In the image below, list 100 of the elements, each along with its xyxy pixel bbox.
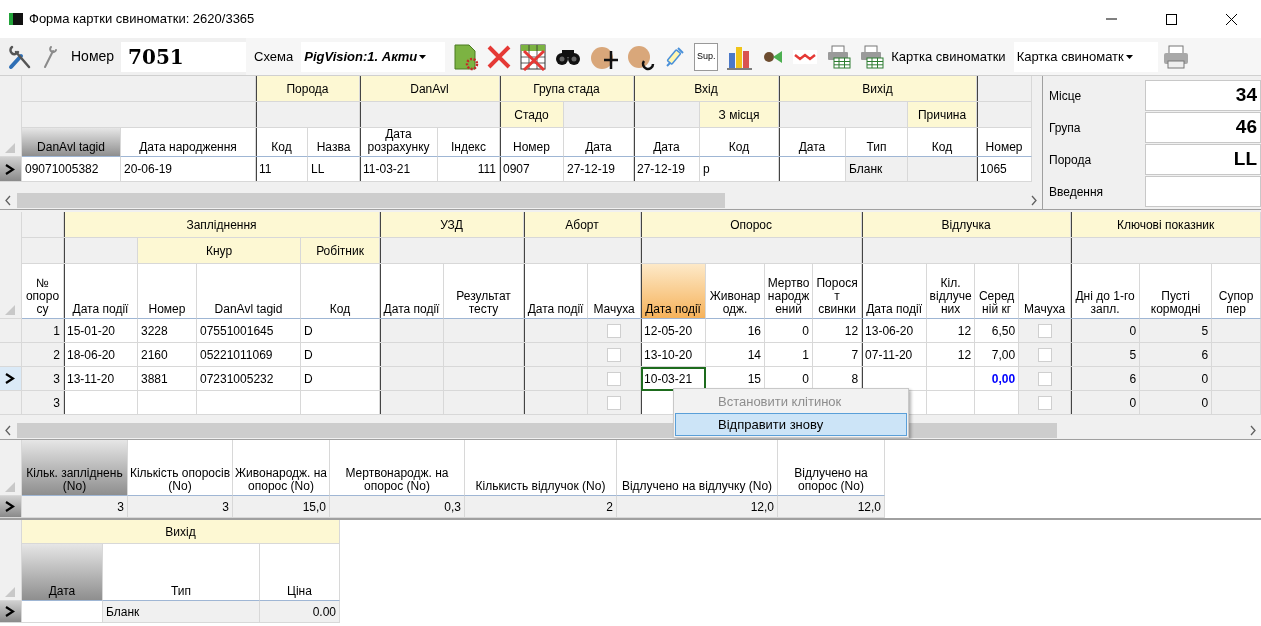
minimize-icon	[1105, 18, 1117, 20]
value-field[interactable]	[1145, 176, 1261, 207]
column-header[interactable]: Код	[700, 128, 779, 157]
column-header[interactable]: Відлучено на опорос (No)	[778, 440, 885, 496]
column-header[interactable]: № опоросу	[22, 264, 64, 319]
delete-icon[interactable]	[486, 43, 513, 70]
report-dropdown[interactable]: Картка свиноматк	[1013, 41, 1158, 72]
table-cell: 27-12-19	[564, 157, 634, 182]
column-group-header: Стадо	[500, 102, 564, 128]
document-gear-icon[interactable]	[453, 42, 480, 71]
table-cell: 27-12-19	[634, 157, 700, 182]
print-table-icon[interactable]	[826, 44, 853, 69]
column-header[interactable]: Мертвонародж. на опорос (No)	[330, 440, 465, 496]
column-header[interactable]: Дата події	[641, 264, 707, 319]
column-header[interactable]: Кількість опоросів (No)	[128, 440, 233, 496]
column-header[interactable]: Живонародж. на опорос (No)	[233, 440, 330, 496]
column-header[interactable]: Тип	[846, 128, 908, 157]
row-header[interactable]	[0, 157, 22, 182]
column-header[interactable]: Дата	[634, 128, 700, 157]
table-cell: 5	[1140, 319, 1213, 343]
checkbox[interactable]	[607, 372, 622, 387]
column-group-header: Вхід	[634, 76, 779, 102]
sup-icon[interactable]: Sup.	[694, 42, 719, 71]
column-header[interactable]: Код	[301, 264, 381, 319]
column-group-header: DanAvl	[360, 76, 500, 102]
column-header[interactable]: Мачуха	[1019, 264, 1072, 319]
column-header[interactable]: Номер	[500, 128, 564, 157]
table-cell: 6	[1140, 343, 1213, 367]
column-group-header: Кнур	[138, 238, 301, 264]
row-header[interactable]	[0, 496, 22, 518]
column-header[interactable]: Супор пер	[1212, 264, 1261, 319]
column-header[interactable]: Результат тесту	[444, 264, 525, 319]
column-header[interactable]: Відлучено на відлучку (No)	[617, 440, 778, 496]
value-field[interactable]: 34	[1145, 80, 1261, 111]
scheme-dropdown[interactable]: PigVision:1. Акти	[301, 41, 446, 72]
printer-icon[interactable]	[1161, 43, 1190, 70]
column-header[interactable]: Дата події	[380, 264, 445, 319]
caret-icon	[419, 54, 427, 59]
column-header[interactable]: Дата події	[862, 264, 928, 319]
field-label: Група	[1049, 119, 1082, 137]
column-header[interactable]: Дата	[779, 128, 846, 157]
table-cell: 1	[22, 319, 64, 343]
column-group-header: Запліднення	[64, 212, 381, 238]
app-icon	[9, 13, 23, 25]
column-header[interactable]: Дата	[564, 128, 634, 157]
number-field[interactable]: 7051	[121, 41, 247, 72]
value-field[interactable]: 46	[1145, 112, 1261, 143]
table-cell: 13-11-20	[64, 367, 138, 391]
column-header[interactable]: Кількисть відлучок (No)	[465, 440, 617, 496]
column-header[interactable]: Дата	[22, 544, 103, 601]
table-cell: 13-06-20	[862, 319, 928, 343]
column-header[interactable]: Дата розрахунку	[360, 128, 438, 157]
scheme-label: Схема	[254, 47, 294, 66]
column-header[interactable]: Назва	[308, 128, 360, 157]
checkbox[interactable]	[1037, 348, 1052, 363]
checkbox[interactable]	[607, 348, 622, 363]
checkbox[interactable]	[1037, 324, 1052, 339]
column-header[interactable]: Кільк. запліднень (No)	[22, 440, 128, 496]
table-cell: 2	[465, 496, 617, 518]
column-header[interactable]: Поросят свинки	[813, 264, 863, 319]
column-header[interactable]: Номер	[138, 264, 197, 319]
wrench-icon[interactable]	[42, 44, 58, 69]
column-header[interactable]: Номер	[977, 128, 1033, 157]
print-table-icon[interactable]	[859, 44, 886, 69]
column-header[interactable]: Середній кг	[975, 264, 1020, 319]
row-header[interactable]	[0, 601, 22, 623]
checkbox[interactable]	[607, 396, 622, 411]
column-header[interactable]: Мертвонароджений	[765, 264, 814, 319]
checkbox[interactable]	[1037, 396, 1052, 411]
menu-item[interactable]: Відправити знову	[675, 413, 907, 436]
column-header[interactable]: Індекс	[438, 128, 500, 157]
column-header[interactable]: Дні до 1-го запл.	[1071, 264, 1141, 319]
column-header[interactable]: Код	[908, 128, 978, 157]
column-header[interactable]: DanAvl tagid	[22, 128, 121, 157]
column-header[interactable]: Дата події	[524, 264, 589, 319]
table-cell: 11-03-21	[360, 157, 438, 182]
checkbox[interactable]	[607, 324, 622, 339]
value-field[interactable]: LL	[1145, 144, 1261, 175]
column-header[interactable]: Тип	[103, 544, 260, 601]
tools-icon[interactable]	[8, 43, 32, 70]
table-cell: 3	[22, 496, 128, 518]
column-group-header: Вихід	[779, 76, 978, 102]
column-header[interactable]: Пусті кормодні	[1140, 264, 1213, 319]
column-header[interactable]: Кіл. відлучених	[927, 264, 976, 319]
checkbox[interactable]	[1037, 372, 1052, 387]
scrollbar-thumb[interactable]	[17, 193, 725, 208]
table-cell: 15	[706, 367, 766, 391]
table-delete-icon[interactable]	[519, 42, 548, 71]
column-header[interactable]: Дата народження	[121, 128, 256, 157]
field-label: Введення	[1049, 183, 1105, 201]
table-cell: D	[301, 367, 381, 391]
table-cell: 18-06-20	[64, 343, 138, 367]
row-header[interactable]	[0, 367, 22, 391]
column-header[interactable]: Мачуха	[588, 264, 642, 319]
column-header[interactable]: Код	[256, 128, 308, 157]
column-group-header: Опорос	[641, 212, 863, 238]
column-header[interactable]: Дата події	[64, 264, 138, 319]
column-header[interactable]: DanAvl tagid	[197, 264, 301, 319]
column-header[interactable]: Живонародж.	[706, 264, 766, 319]
column-header[interactable]: Ціна	[260, 544, 340, 601]
